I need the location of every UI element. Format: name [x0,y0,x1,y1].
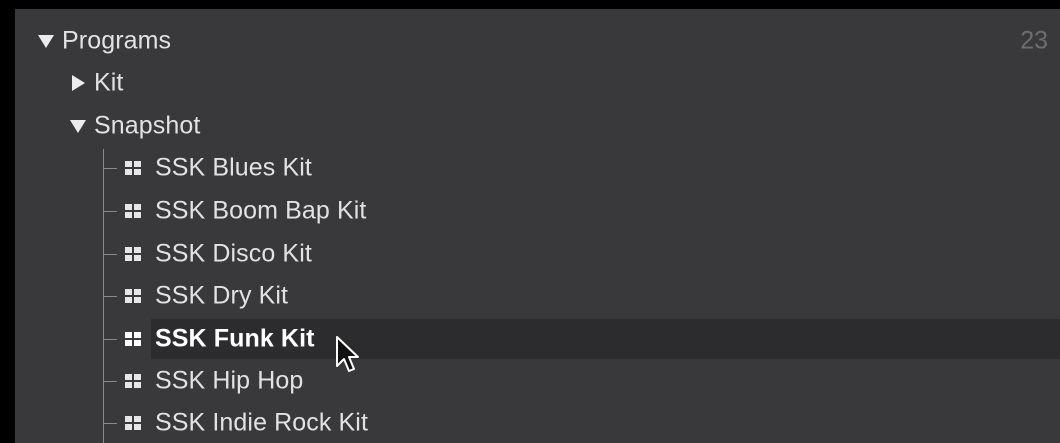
list-item-label: SSK Boom Bap Kit [155,196,367,225]
list-item-label: SSK Indie Rock Kit [155,408,369,437]
tree-node-snapshot[interactable]: Snapshot [15,106,1060,146]
grid-icon [125,374,141,388]
list-item-program[interactable]: SSK Blues Kit [15,148,1060,188]
mouse-pointer-icon [336,336,359,372]
grid-icon [125,416,141,430]
list-item-label: SSK Dry Kit [155,281,289,310]
list-item-program-selected[interactable]: SSK Funk Kit [125,319,1060,359]
list-item-label: SSK Disco Kit [155,239,312,268]
list-item-program[interactable]: SSK Indie Rock Kit [15,403,1060,443]
tree-node-label: Snapshot [94,111,201,140]
grid-icon [125,204,141,218]
tree-node-label: Programs [62,26,172,55]
list-item-program[interactable]: SSK Disco Kit [15,234,1060,274]
tree-node-programs[interactable]: Programs 23 [15,21,1060,61]
list-item-label: SSK Blues Kit [155,153,312,182]
triangle-down-icon[interactable] [69,117,87,135]
tree-connector-branch [103,339,117,340]
browser-panel: Programs 23 Kit Snapshot SSK Blues Kit S… [15,9,1060,443]
triangle-down-icon[interactable] [37,32,55,50]
item-count: 23 [1020,26,1048,55]
list-item-label: SSK Funk Kit [155,324,315,353]
grid-icon [125,247,141,261]
list-item-program[interactable]: SSK Boom Bap Kit [15,191,1060,231]
tree-node-kit[interactable]: Kit [15,63,1060,103]
list-item-label: SSK Hip Hop [155,366,304,395]
grid-icon [125,161,141,175]
list-item-program[interactable]: SSK Hip Hop [15,361,1060,401]
tree-node-label: Kit [94,68,124,97]
grid-icon [125,289,141,303]
grid-icon [125,332,141,346]
list-item-program[interactable]: SSK Dry Kit [15,276,1060,316]
triangle-right-icon[interactable] [69,74,87,92]
